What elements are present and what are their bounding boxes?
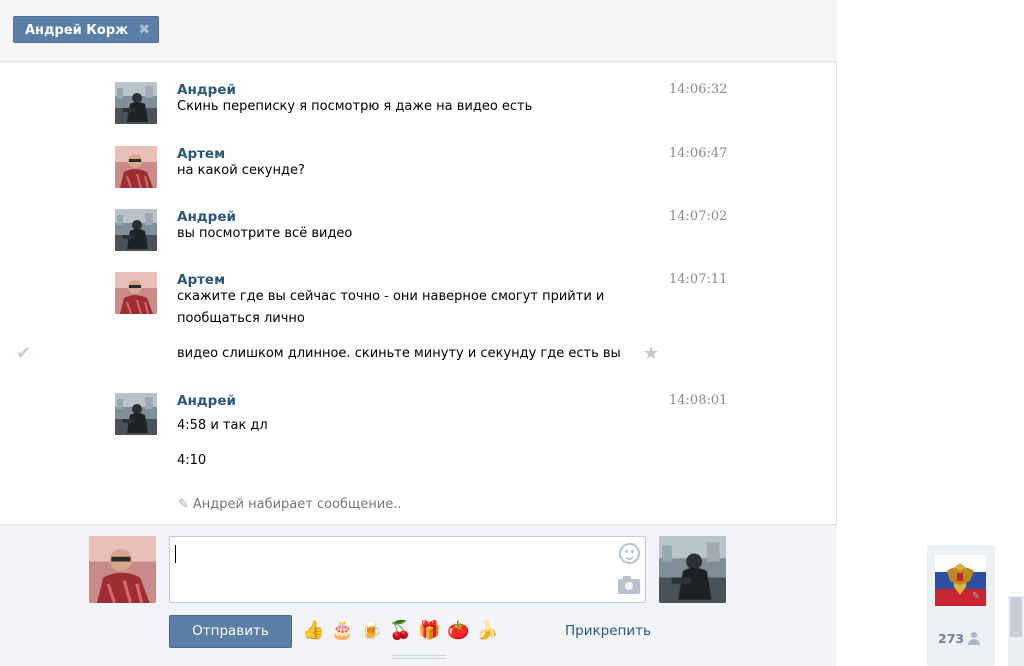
close-icon[interactable]: ✖ <box>138 17 150 44</box>
beer-icon[interactable]: 🍺 <box>360 619 382 643</box>
message-item[interactable]: Артем 14:06:47 на какой секунде? <box>0 146 837 196</box>
message-text: 4:58 и так дл <box>177 418 268 433</box>
typing-text: Андрей набирает сообщение.. <box>192 497 402 512</box>
message-item[interactable]: Андрей 14:07:02 вы посмотрите всё видео <box>0 209 837 259</box>
gift-icon[interactable]: 🎁 <box>418 619 440 643</box>
message-time: 14:06:47 <box>669 146 728 161</box>
dialog-panel: Андрей Корж ✖ Андрей 14:06:32 Скинь пере… <box>0 0 837 666</box>
chat-tab-label: Андрей Корж <box>25 23 129 38</box>
message-text: скажите где вы сейчас точно - они наверн… <box>177 289 605 304</box>
message-item[interactable]: Артем 14:07:11 скажите где вы сейчас точ… <box>0 272 837 376</box>
resize-grip[interactable] <box>392 655 446 659</box>
message-text: на какой секунде? <box>177 163 305 178</box>
message-text: видео слишком длинное. скиньте минуту и … <box>177 346 621 361</box>
thumbs-up-icon[interactable]: 👍 <box>302 619 324 643</box>
cherries-icon[interactable]: 🍒 <box>389 619 411 643</box>
check-icon: ✔ <box>16 343 32 364</box>
message-list: Андрей 14:06:32 Скинь переписку я посмот… <box>0 64 837 524</box>
attach-link[interactable]: Прикрепить <box>565 623 651 639</box>
message-text: пообщаться лично <box>177 311 305 326</box>
avatar[interactable] <box>115 272 157 314</box>
message-time: 14:06:32 <box>669 82 728 97</box>
message-input[interactable] <box>169 536 646 603</box>
friend-count[interactable]: 273 <box>938 631 981 646</box>
cake-icon[interactable]: 🎂 <box>331 619 353 643</box>
chat-tab-andrey-korzh[interactable]: Андрей Корж ✖ <box>13 16 160 44</box>
message-time: 14:08:01 <box>669 393 728 408</box>
avatar[interactable] <box>115 393 157 435</box>
text-caret <box>175 545 176 563</box>
banana-icon[interactable]: 🍌 <box>476 619 498 643</box>
smile-icon[interactable] <box>619 543 640 564</box>
user-icon <box>968 632 981 645</box>
message-text: Скинь переписку я посмотрю я даже на вид… <box>177 99 533 114</box>
message-item[interactable]: Андрей 14:06:32 Скинь переписку я посмот… <box>0 82 837 132</box>
peer-avatar[interactable] <box>659 536 726 603</box>
message-text: 4:10 <box>177 453 207 468</box>
message-author[interactable]: Андрей <box>177 393 236 409</box>
friend-card[interactable]: ✎ 273 <box>927 545 995 666</box>
my-avatar[interactable] <box>89 536 156 603</box>
message-time: 14:07:02 <box>669 209 728 224</box>
star-icon[interactable]: ★ <box>643 343 659 364</box>
pencil-icon: ✎ <box>178 497 189 512</box>
send-button[interactable]: Отправить <box>169 615 292 648</box>
edit-icon[interactable]: ✎ <box>972 591 980 602</box>
message-text: вы посмотрите всё видео <box>177 226 353 241</box>
typing-indicator: ✎ Андрей набирает сообщение.. <box>178 497 402 512</box>
avatar[interactable] <box>115 209 157 251</box>
tomato-icon[interactable]: 🍅 <box>447 619 469 643</box>
message-composer: Отправить 👍 🎂 🍺 🍒 🎁 🍅 🍌 Прикрепить <box>0 524 837 666</box>
message-item[interactable]: Андрей 14:08:01 4:58 и так дл 4:10 <box>0 393 837 483</box>
message-time: 14:07:11 <box>669 272 728 287</box>
camera-icon[interactable] <box>618 576 640 594</box>
scrollbar-thumb[interactable] <box>1010 597 1022 637</box>
avatar[interactable] <box>115 82 157 124</box>
friend-count-value: 273 <box>938 631 965 646</box>
chat-tabs-bar: Андрей Корж ✖ <box>0 0 837 62</box>
emoji-bar: 👍 🎂 🍺 🍒 🎁 🍅 🍌 <box>302 619 498 643</box>
avatar[interactable] <box>115 146 157 188</box>
